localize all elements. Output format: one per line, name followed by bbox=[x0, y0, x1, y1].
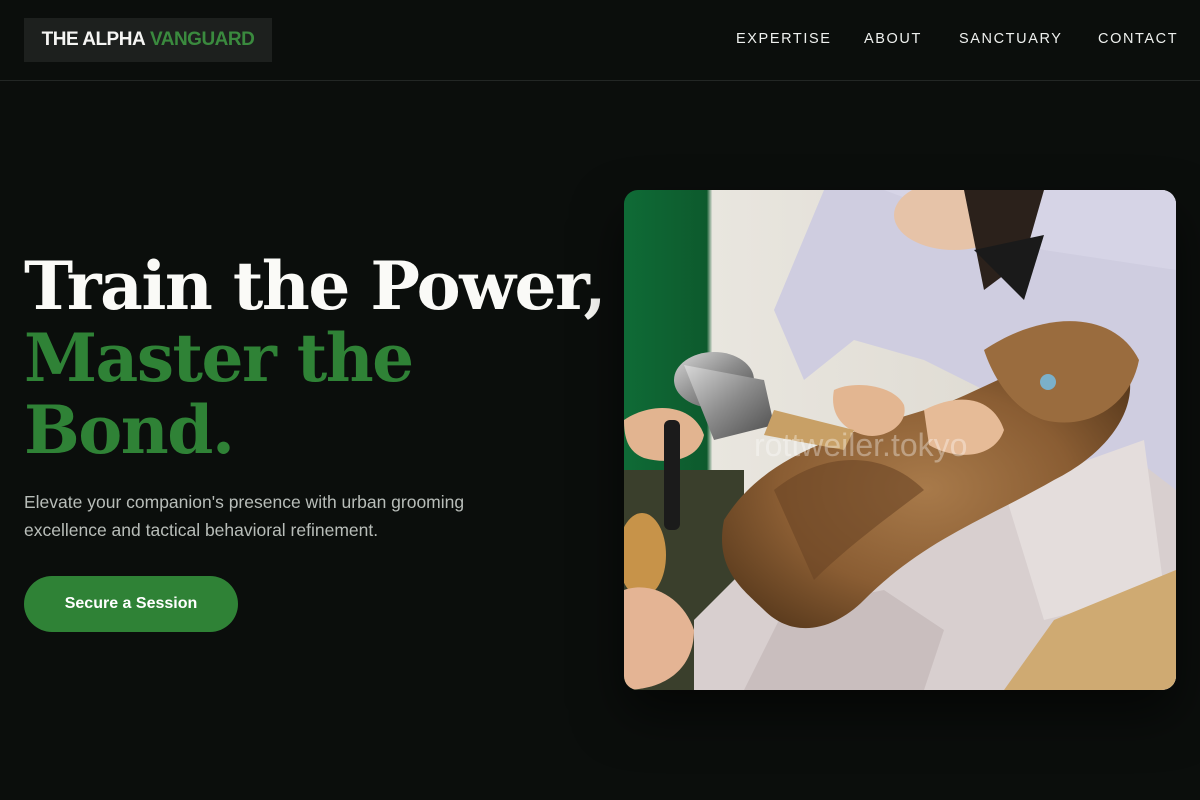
hero-subtitle: Elevate your companion's presence with u… bbox=[24, 492, 465, 540]
image-watermark: rottweiler.tokyo bbox=[754, 427, 967, 463]
nav-link-expertise[interactable]: EXPERTISE bbox=[736, 31, 832, 47]
brand-name-part2: VANGUARD bbox=[149, 29, 255, 50]
hero-title-line1: Train the Power, bbox=[24, 247, 606, 325]
brand-name-part1: THE ALPHA bbox=[41, 29, 146, 50]
site-header: THE ALPHA VANGUARD EXPERTISE ABOUT SANCT… bbox=[0, 0, 1200, 81]
hero-photo-dog-grooming: rottweiler.tokyo bbox=[624, 190, 1176, 690]
secure-session-button[interactable]: Secure a Session bbox=[24, 576, 238, 632]
nav-link-sanctuary[interactable]: SANCTUARY bbox=[959, 31, 1063, 47]
nav-link-contact[interactable]: CONTACT bbox=[1098, 31, 1178, 47]
hero-title: Train the Power, Master the Bond. bbox=[24, 247, 606, 469]
brand-logo[interactable]: THE ALPHA VANGUARD bbox=[24, 18, 272, 62]
hero-title-line2: Master the bbox=[24, 319, 414, 397]
hero-title-line3: Bond. bbox=[24, 391, 235, 469]
grooming-photo-illustration: rottweiler.tokyo bbox=[624, 190, 1176, 690]
nav-link-about[interactable]: ABOUT bbox=[864, 31, 922, 47]
